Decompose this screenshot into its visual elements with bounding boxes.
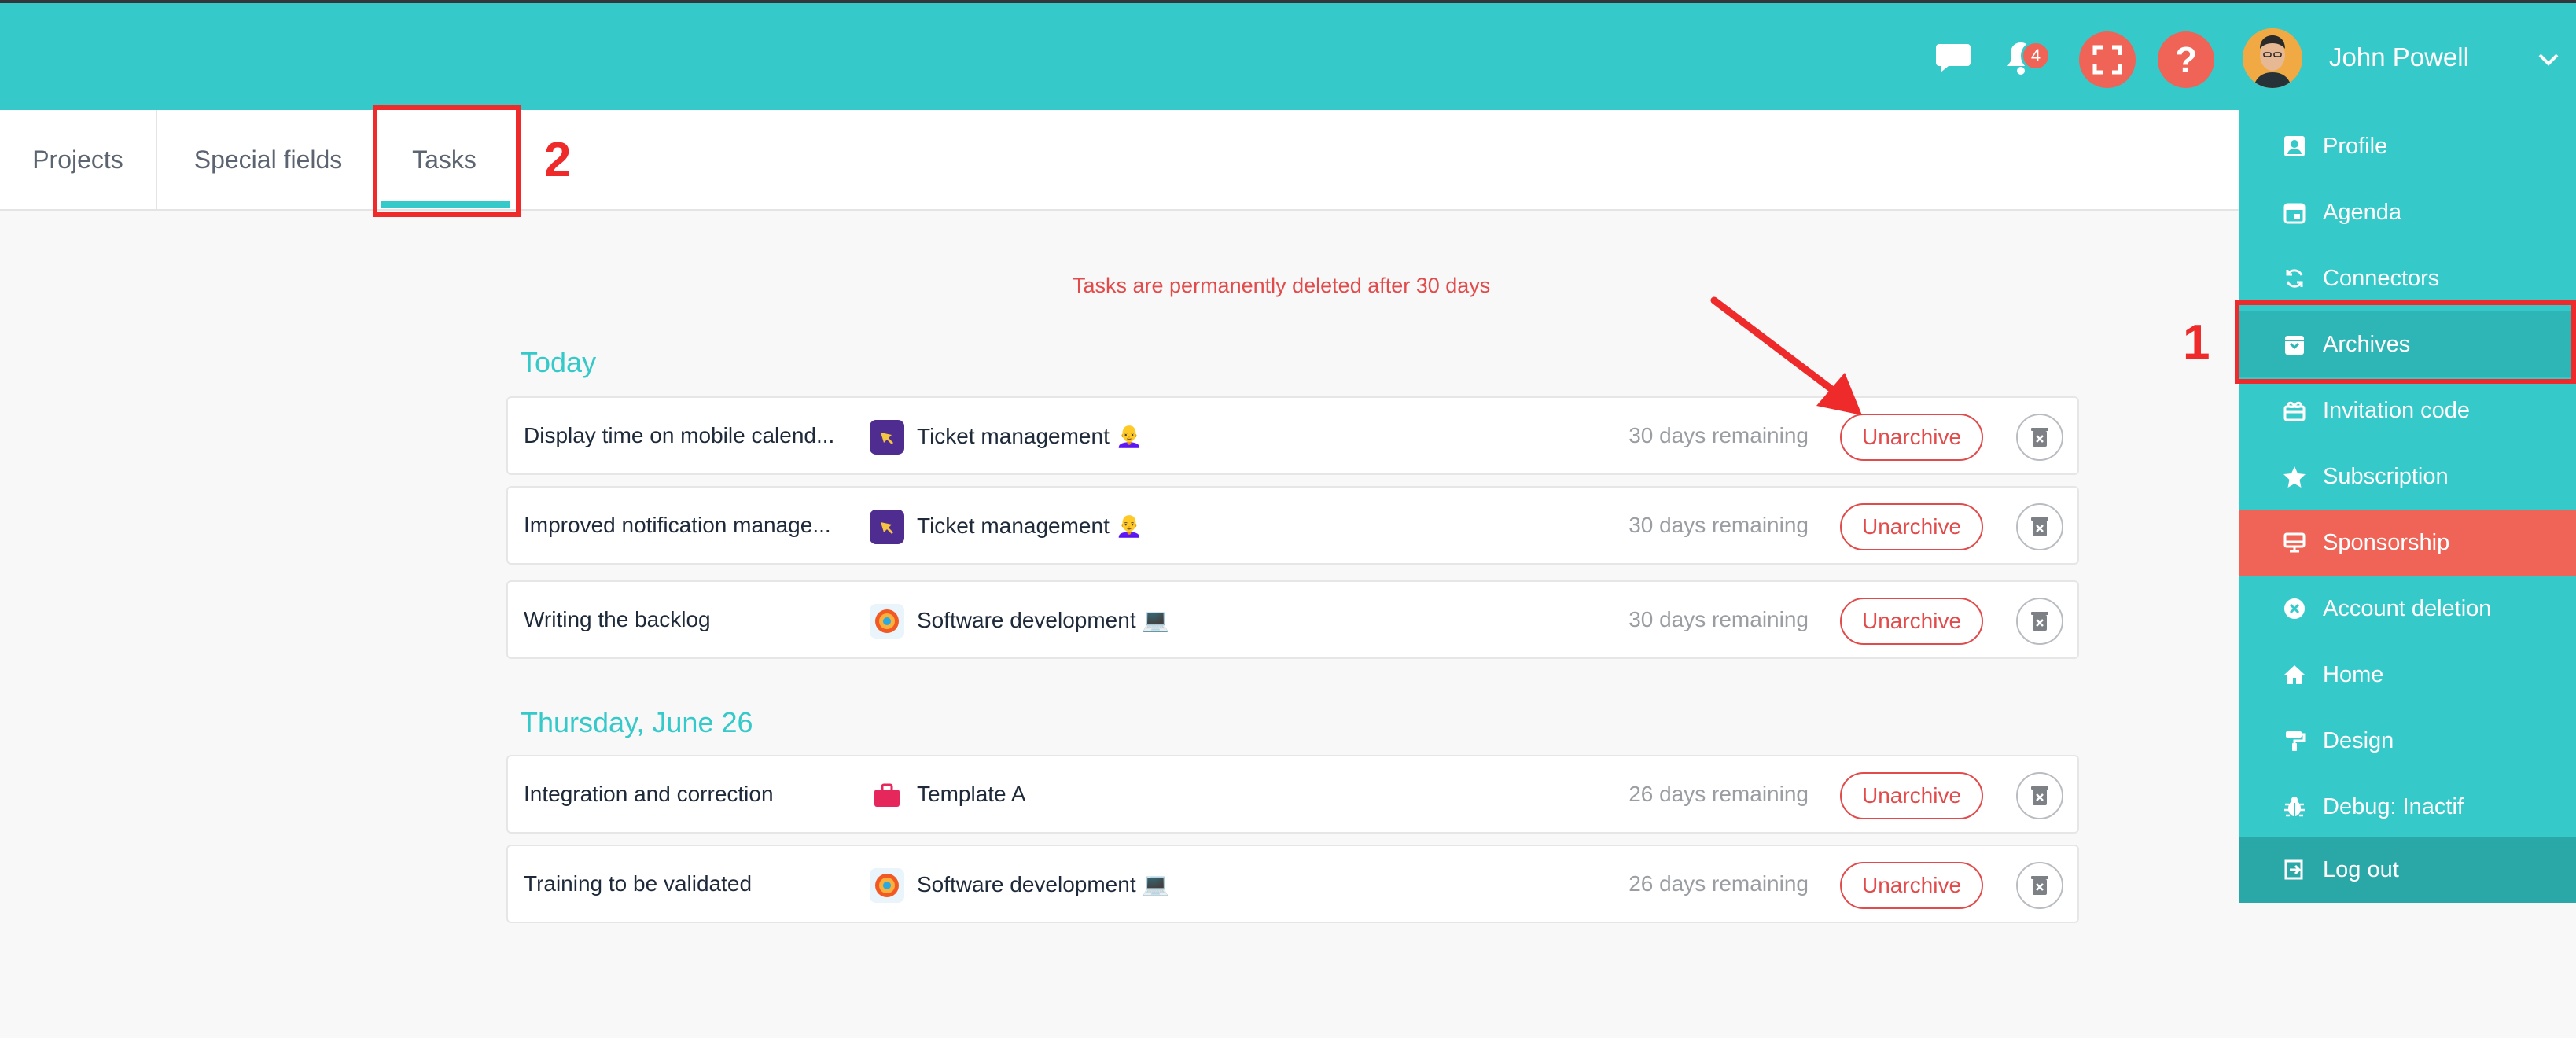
group-title-thursday: Thursday, June 26 xyxy=(521,706,753,738)
project-name: Ticket management 👩‍🦲 xyxy=(917,513,1143,538)
chevron-down-icon[interactable] xyxy=(2535,47,2562,71)
table-row: Integration and correction Template A 26… xyxy=(506,755,2079,834)
days-remaining: 30 days remaining xyxy=(1628,607,1809,631)
task-name[interactable]: Training to be validated xyxy=(524,871,854,896)
table-row: Training to be validated Software develo… xyxy=(506,845,2079,923)
trash-icon xyxy=(2031,428,2048,447)
task-name[interactable]: Writing the backlog xyxy=(524,607,854,632)
tab-projects[interactable]: Projects xyxy=(0,110,157,209)
close-circle-icon xyxy=(2280,594,2309,623)
table-row: Writing the backlog Software development… xyxy=(506,580,2079,659)
menu-item-logout[interactable]: Log out xyxy=(2239,837,2576,903)
annotation-number-2: 2 xyxy=(544,133,572,187)
delete-button[interactable] xyxy=(2016,772,2063,819)
briefcase-icon xyxy=(870,778,904,813)
notification-badge: 4 xyxy=(2021,41,2051,71)
top-header: 4 ? John Powell xyxy=(0,0,2576,110)
tab-special-fields[interactable]: Special fields xyxy=(159,110,377,209)
group-title-today: Today xyxy=(521,346,597,378)
unarchive-button[interactable]: Unarchive xyxy=(1840,772,1983,819)
menu-item-design[interactable]: Design xyxy=(2239,708,2576,774)
deletion-notice-text: Tasks are permanently deleted after 30 d… xyxy=(1073,274,1491,297)
delete-button[interactable] xyxy=(2016,503,2063,550)
unarchive-button[interactable]: Unarchive xyxy=(1840,862,1983,909)
menu-item-home[interactable]: Home xyxy=(2239,642,2576,708)
delete-button[interactable] xyxy=(2016,862,2063,909)
star-icon xyxy=(2280,462,2309,491)
project-name: Ticket management 👩‍🦲 xyxy=(917,424,1143,448)
sync-icon xyxy=(2280,264,2309,293)
days-remaining: 30 days remaining xyxy=(1628,423,1809,447)
days-remaining: 26 days remaining xyxy=(1628,782,1809,806)
trash-icon xyxy=(2031,517,2048,536)
fullscreen-button[interactable] xyxy=(2079,31,2136,88)
gift-icon xyxy=(2280,396,2309,425)
calendar-icon xyxy=(2280,198,2309,226)
tasks-tab-highlight xyxy=(373,105,521,217)
project-name: Software development 💻 xyxy=(917,872,1170,896)
table-row: Improved notification manage... Ticket m… xyxy=(506,486,2079,565)
tab-bar: Projects Special fields Tasks xyxy=(0,110,2239,211)
help-button[interactable]: ? xyxy=(2158,31,2214,88)
ticket-project-icon xyxy=(870,420,904,455)
trash-icon xyxy=(2031,876,2048,895)
user-name[interactable]: John Powell xyxy=(2329,42,2469,72)
delete-button[interactable] xyxy=(2016,414,2063,461)
menu-item-agenda[interactable]: Agenda xyxy=(2239,179,2576,245)
monitor-icon xyxy=(2280,528,2309,557)
trash-icon xyxy=(2031,612,2048,631)
software-project-icon xyxy=(870,868,904,903)
delete-button[interactable] xyxy=(2016,598,2063,645)
annotation-number-1: 1 xyxy=(2183,315,2210,370)
fullscreen-icon xyxy=(2092,45,2122,75)
project-name: Template A xyxy=(917,782,1026,806)
unarchive-button[interactable]: Unarchive xyxy=(1840,503,1983,550)
days-remaining: 30 days remaining xyxy=(1628,513,1809,537)
profile-icon xyxy=(2280,132,2309,160)
ticket-project-icon xyxy=(870,510,904,544)
home-icon xyxy=(2280,661,2309,689)
menu-item-account-deletion[interactable]: Account deletion xyxy=(2239,576,2576,642)
software-project-icon xyxy=(870,604,904,639)
menu-item-subscription[interactable]: Subscription xyxy=(2239,444,2576,510)
annotation-arrow xyxy=(1710,296,1862,415)
bug-icon xyxy=(2280,793,2309,821)
menu-item-debug[interactable]: Debug: Inactif xyxy=(2239,774,2576,840)
task-name[interactable]: Improved notification manage... xyxy=(524,513,854,538)
avatar[interactable] xyxy=(2243,28,2302,88)
archives-highlight xyxy=(2235,300,2576,384)
paint-roller-icon xyxy=(2280,727,2309,755)
menu-item-sponsorship[interactable]: Sponsorship xyxy=(2239,510,2576,576)
task-name[interactable]: Integration and correction xyxy=(524,782,854,807)
logout-icon xyxy=(2280,856,2309,884)
unarchive-button[interactable]: Unarchive xyxy=(1840,598,1983,645)
trash-icon xyxy=(2031,786,2048,805)
menu-item-invitation-code[interactable]: Invitation code xyxy=(2239,377,2576,444)
user-dropdown-menu: Profile Agenda Connectors Archives Invit… xyxy=(2239,110,2576,903)
task-name[interactable]: Display time on mobile calend... xyxy=(524,423,854,448)
chat-icon[interactable] xyxy=(1933,41,1974,75)
days-remaining: 26 days remaining xyxy=(1628,871,1809,896)
project-name: Software development 💻 xyxy=(917,608,1170,632)
menu-item-profile[interactable]: Profile xyxy=(2239,113,2576,179)
